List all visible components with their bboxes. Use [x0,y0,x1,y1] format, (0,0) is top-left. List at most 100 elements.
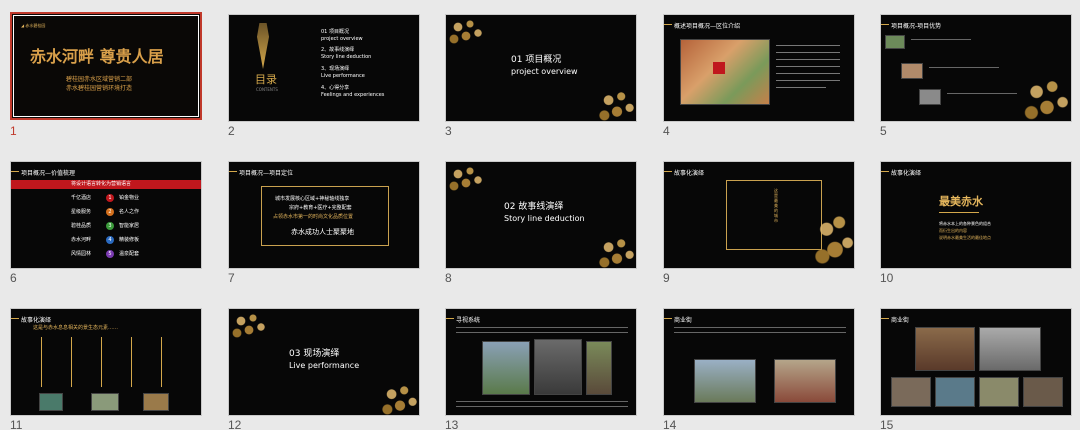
slide-thumbnail-11[interactable]: 故事化演绎 这是与赤水息息相关的景生态元素…… [10,308,202,416]
slide-header: 项目概况-项目优势 [891,23,942,30]
slide-number: 14 [663,418,677,430]
toc-title: 目录 [255,73,277,86]
slide-header: 商业街 [891,317,910,324]
slide-header: 故事化演绎 [674,170,705,177]
value-number: 4 [106,236,114,244]
slide-subtitle: 这是与赤水息息相关的景生态元素…… [33,325,119,331]
slide-number: 3 [445,124,452,138]
section-title: 01 项目概况 [511,55,562,65]
body-line: 将赤水本上的各种景色的组合 [939,221,991,226]
slide-number: 13 [445,418,459,430]
photo [979,327,1041,371]
position-line: 城市发展核心区域+神秘轴线独享 [275,196,350,202]
slide-thumbnail-7[interactable]: 项目概况—项目定位 城市发展核心区域+神秘轴线独享 宗府+教育+医疗+完整配套 … [228,161,420,269]
photo [91,393,119,411]
header-accent [11,318,19,319]
photo [891,377,931,407]
toc-item: 2、故事线演绎 [321,47,355,53]
slide-header: 寻视系统 [456,317,481,324]
header-accent [229,171,237,172]
value-number: 1 [106,194,114,202]
photo [885,35,905,49]
section-subtitle: Story line deduction [504,214,585,223]
photo [901,63,923,79]
gold-flower-decoration [596,85,636,121]
position-line: 占领赤水市第一的时尚文化品质位置 [273,214,354,220]
toc-subtitle: CONTENTS [256,87,278,92]
slide-subtitle: 赤水碧桂园营销环境打造 [66,85,133,92]
slide-number: 9 [663,271,670,285]
photo [482,341,530,395]
slide-thumbnail-15[interactable]: 商业街 [880,308,1072,416]
slide-title: 赤水河畔 尊贵人居 [30,47,164,66]
gold-flower-decoration [596,232,636,268]
photo [534,339,582,395]
slide-thumbnail-8[interactable]: 02 故事线演绎 Story line deduction [445,161,637,269]
section-subtitle: project overview [511,67,578,76]
slide-thumbnail-3[interactable]: 01 项目概况 project overview [445,14,637,122]
logo-text: ◢ 赤水碧桂园 [21,23,46,28]
value-number: 3 [106,222,114,230]
slide-header: 故事化演绎 [21,317,52,324]
header-accent [446,318,454,319]
slide-thumbnail-5[interactable]: 项目概况-项目优势 [880,14,1072,122]
slide-header: 概述项目概况—区位介绍 [674,23,741,30]
banner-text: 将设计语言转化为营销语言 [71,181,132,187]
slide-title: 最美赤水 [939,195,983,208]
position-line: 宗府+教育+医疗+完整配套 [289,205,352,211]
slide-number: 12 [228,418,242,430]
value-label: 名人之作 [119,209,140,215]
slide-number: 7 [228,271,235,285]
value-label: 千亿酒店 [71,195,92,201]
toc-item-en: project overview [321,36,363,42]
section-title: 02 故事线演绎 [504,202,564,212]
photo [774,359,836,403]
slide-subtitle: 碧桂园赤水区域营销二部 [66,76,133,83]
value-number: 2 [106,208,114,216]
slide-number: 8 [445,271,452,285]
slide-number: 11 [10,418,23,430]
slide-header: 商业街 [674,317,693,324]
toc-item: 3、现场演绎 [321,66,350,72]
toc-item-en: Feelings and experiences [321,92,385,98]
slide-number: 1 [10,124,17,138]
slide-thumbnail-1[interactable]: ◢ 赤水碧桂园 赤水河畔 尊贵人居 碧桂园赤水区域营销二部 赤水碧桂园营销环境打… [10,12,202,120]
position-headline: 赤水成功人士聚聚地 [291,228,354,236]
gold-flower-decoration [379,379,419,415]
photo [1023,377,1063,407]
gold-flower-decoration [1021,71,1071,121]
slide-header: 故事化演绎 [891,170,922,177]
section-title: 03 现场演绎 [289,349,340,359]
slide-thumbnail-6[interactable]: 项目概况—价值梳理 将设计语言转化为营销语言 千亿酒店 1 铂金物业 星级服务 … [10,161,202,269]
body-line: 而衍生出的内容 [939,228,967,233]
slide-thumbnail-10[interactable]: 故事化演绎 最美赤水 将赤水本上的各种景色的组合 而衍生出的内容 说明赤水最美生… [880,161,1072,269]
slide-header: 项目概况—价值梳理 [21,170,76,177]
gold-flower-decoration [229,309,269,339]
toc-item: 01 项目概况 [321,29,349,35]
map-marker-icon [713,62,725,74]
value-label: 风情园林 [71,251,92,257]
slide-thumbnail-9[interactable]: 故事化演绎 这是最美的城市 [663,161,855,269]
pen-nib-icon [257,23,269,69]
header-accent [881,171,889,172]
value-label: 智能家居 [119,223,140,229]
photo [915,327,975,371]
value-label: 赤水河畔 [71,237,92,243]
section-subtitle: Live performance [289,361,360,370]
slide-thumbnail-14[interactable]: 商业街 [663,308,855,416]
slide-thumbnail-13[interactable]: 寻视系统 [445,308,637,416]
vertical-text: 这是最美的城市 [774,188,778,223]
gold-flower-decoration [446,15,486,45]
slide-thumbnail-4[interactable]: 概述项目概况—区位介绍 [663,14,855,122]
photo [694,359,756,403]
value-label: 温泉配套 [119,251,140,257]
photo [39,393,63,411]
value-label: 精装修板 [119,237,140,243]
value-label: 碧桂品质 [71,223,92,229]
gold-flower-decoration [446,162,486,192]
slide-thumbnail-2[interactable]: 目录 CONTENTS 01 项目概况 project overview 2、故… [228,14,420,122]
header-accent [11,171,19,172]
photo [979,377,1019,407]
slide-thumbnail-12[interactable]: 03 现场演绎 Live performance [228,308,420,416]
value-number: 5 [106,250,114,258]
